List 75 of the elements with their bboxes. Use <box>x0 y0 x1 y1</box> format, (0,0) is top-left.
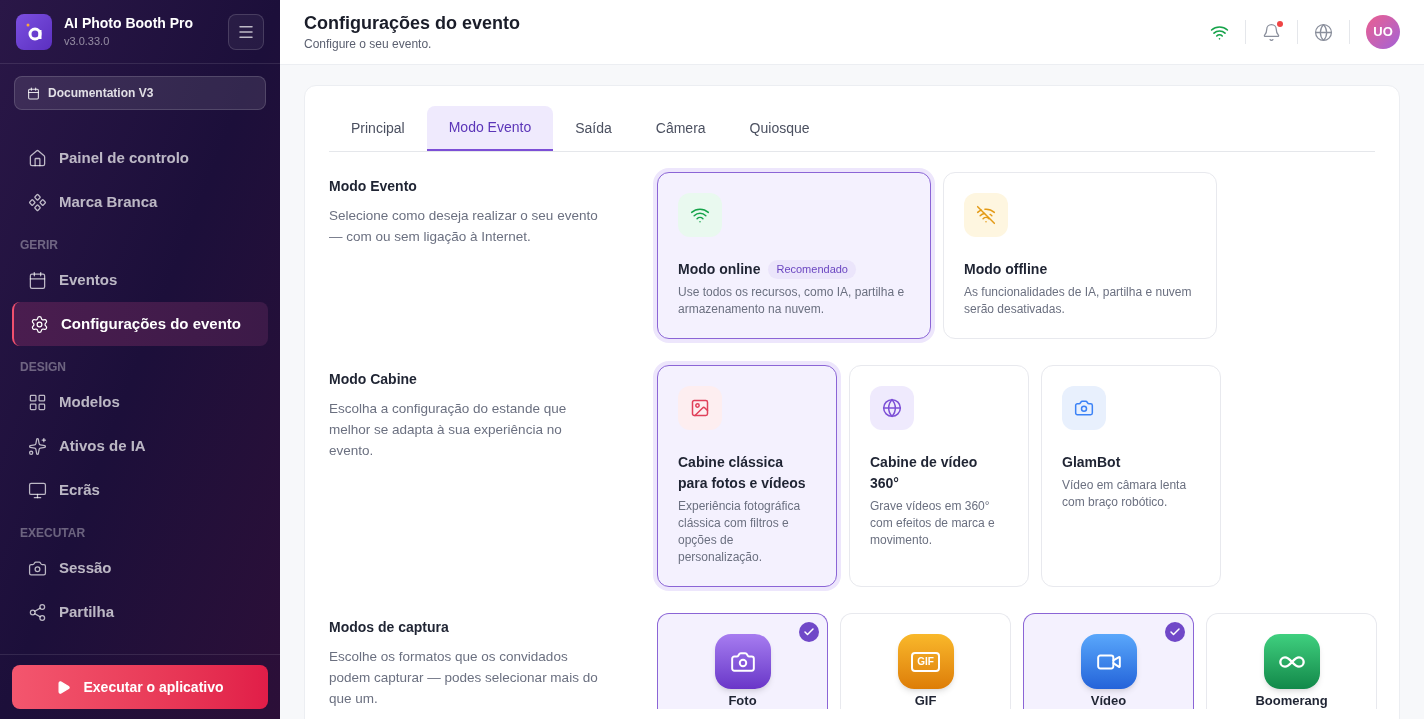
capture-icon <box>714 634 771 689</box>
nav-item[interactable]: Partilha <box>12 590 268 634</box>
language-button[interactable] <box>1314 22 1333 42</box>
run-app-button[interactable]: Executar o aplicativo <box>12 665 268 709</box>
recommended-badge: Recomendado <box>768 260 856 279</box>
capture-label: GIF <box>914 693 937 709</box>
option-icon <box>870 386 914 430</box>
option-title: Cabine de vídeo 360° <box>870 453 979 493</box>
tab[interactable]: Saída <box>553 106 634 151</box>
capture-card[interactable]: GIF GIF <box>840 613 1011 709</box>
calendar-icon <box>28 270 47 290</box>
option-description: Vídeo em câmara lenta com braço robótico. <box>1062 477 1188 511</box>
user-avatar[interactable]: UO <box>1366 15 1400 49</box>
option-card[interactable]: GlamBot Vídeo em câmara lenta com braço robótico. <box>1041 365 1221 587</box>
capture-label: Vídeo <box>1090 693 1127 709</box>
section-title: Modo Evento <box>329 177 417 196</box>
nav-item[interactable]: Painel de controlo <box>12 136 268 180</box>
section-title: Modo Cabine <box>329 370 417 389</box>
settings-icon <box>30 314 49 334</box>
option-description: As funcionalidades de IA, partilha e nuvem serão desativadas. <box>964 284 1193 318</box>
nav-section-heading: EXECUTAR <box>19 525 87 542</box>
nav-section-heading: GERIR <box>19 237 59 254</box>
page-title: Configurações do evento <box>304 12 521 35</box>
nav-item[interactable]: Sessão <box>12 546 268 590</box>
nav-section-heading: DESIGN <box>19 359 67 376</box>
option-title: Cabine clássica para fotos e vídeos <box>678 453 807 493</box>
option-title: GlamBot <box>1062 453 1121 472</box>
capture-card[interactable]: Foto <box>657 613 828 709</box>
option-icon <box>678 193 722 237</box>
nav-item[interactable]: Marca Branca <box>12 180 268 224</box>
option-icon <box>678 386 722 430</box>
section-description: Escolha a configuração do estande que melhor se adapta à sua experiência no evento. <box>329 400 568 460</box>
tab[interactable]: Modo Evento <box>426 106 554 151</box>
play-icon <box>56 679 72 695</box>
capture-label: Foto <box>728 693 757 709</box>
option-icon <box>964 193 1008 237</box>
nav-item[interactable]: Eventos <box>12 258 268 302</box>
option-card[interactable]: Modo offline As funcionalidades de IA, partilha e nuvem serão desativadas. <box>943 172 1217 339</box>
calendar-icon <box>27 86 40 100</box>
section-description: Escolhe os formatos que os convidados podem capturar — podes selecionar mais do que um. <box>329 648 599 708</box>
option-icon <box>1062 386 1106 430</box>
tab[interactable]: Câmera <box>633 106 728 151</box>
monitor-icon <box>28 480 47 500</box>
nav-item[interactable]: Ativos de IA <box>12 424 268 468</box>
menu-button[interactable] <box>228 13 264 50</box>
section-description: Selecione como deseja realizar o seu evento — com ou sem ligação à Internet. <box>329 207 599 246</box>
nav-item[interactable]: Configurações do evento <box>12 302 268 346</box>
capture-icon <box>1080 634 1137 689</box>
diamonds-icon <box>28 192 47 212</box>
nav-item[interactable]: Modelos <box>12 380 268 424</box>
app-logo-icon <box>16 13 52 50</box>
sparkles-icon <box>28 436 47 456</box>
tab[interactable]: Principal <box>329 106 427 151</box>
capture-label: Boomerang <box>1255 693 1328 709</box>
app-name: AI Photo Booth Pro <box>64 14 195 34</box>
section-title: Modos de captura <box>329 618 449 637</box>
capture-card[interactable]: Boomerang <box>1206 613 1377 709</box>
option-description: Grave vídeos em 360° com efeitos de marca e movimento. <box>870 498 996 549</box>
option-card[interactable]: Cabine de vídeo 360° Grave vídeos em 360° com efeitos de marca e movimento. <box>849 365 1029 587</box>
capture-card[interactable]: Vídeo <box>1023 613 1194 709</box>
app-version: v3.0.33.0 <box>64 34 111 50</box>
grid-icon <box>28 392 47 412</box>
notifications-button[interactable] <box>1262 22 1281 42</box>
option-description: Use todos os recursos, como IA, partilha e armazenamento na nuvem. <box>678 284 906 318</box>
option-description: Experiência fotográfica clássica com filtros e opções de personalização. <box>678 498 802 566</box>
share-icon <box>28 602 47 622</box>
page-subtitle: Configure o seu evento. <box>304 36 432 53</box>
option-title: Modo offline <box>964 260 1048 279</box>
capture-icon: GIF <box>897 634 954 689</box>
tab[interactable]: Quiosque <box>727 106 832 151</box>
nav-item[interactable]: Ecrãs <box>12 468 268 512</box>
event-selector[interactable]: Documentation V3 <box>14 76 266 110</box>
capture-icon <box>1263 634 1320 689</box>
option-title: Modo online <box>678 260 761 279</box>
home-icon <box>28 148 47 168</box>
